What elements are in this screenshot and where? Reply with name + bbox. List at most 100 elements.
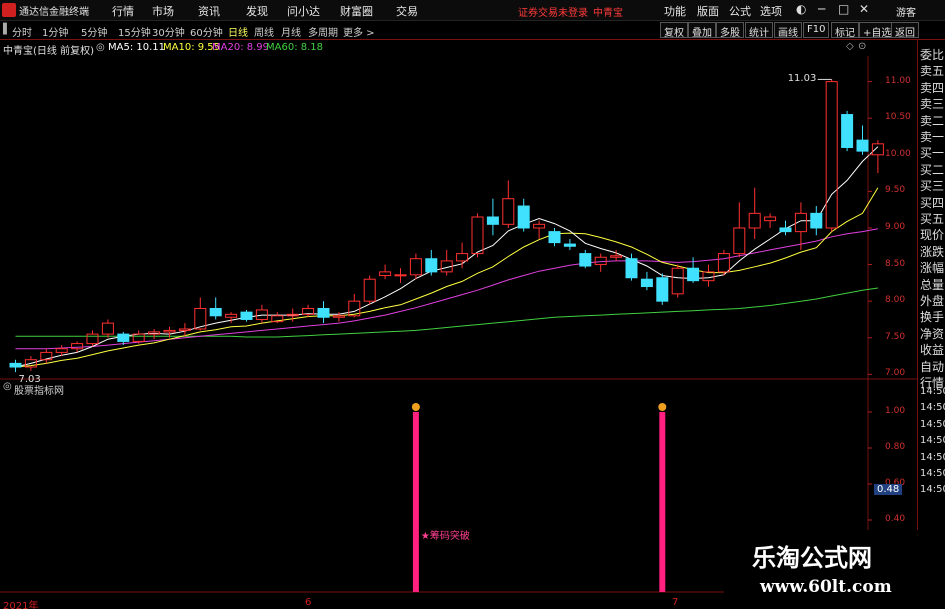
side-panel-item[interactable]: 卖三: [920, 95, 944, 112]
side-panel-item[interactable]: 自动: [920, 358, 944, 375]
side-panel-item[interactable]: 卖一: [920, 128, 944, 145]
candle-body: [779, 227, 792, 233]
date-label-year: 2021年: [3, 601, 39, 609]
side-panel-item[interactable]: 14:50: [920, 419, 945, 430]
period-more[interactable]: 更多 >: [343, 24, 375, 39]
period-60min[interactable]: 60分钟: [190, 24, 223, 39]
menu-market[interactable]: 市场: [152, 3, 174, 19]
period-intraday[interactable]: 分时: [12, 24, 32, 39]
side-panel-item[interactable]: 委比: [920, 46, 944, 63]
candle-body: [332, 315, 345, 318]
btn-multi-stock[interactable]: 多股: [716, 22, 744, 39]
menu-news[interactable]: 资讯: [198, 3, 220, 19]
candle: [255, 304, 268, 324]
candle-body: [563, 243, 576, 247]
indicator-settings-icon[interactable]: ◎: [3, 381, 12, 392]
btn-f10[interactable]: F10: [803, 22, 830, 38]
period-multi[interactable]: 多周期: [308, 24, 338, 39]
side-panel-item[interactable]: 14:50: [920, 468, 945, 479]
candle-body: [471, 216, 484, 255]
side-panel-item[interactable]: 卖五: [920, 62, 944, 79]
menu-ask[interactable]: 问小达: [287, 3, 320, 19]
side-panel-item[interactable]: 现价: [920, 226, 944, 243]
side-panel-item[interactable]: 14:50: [920, 402, 945, 413]
close-icon[interactable]: ✕: [859, 2, 869, 16]
candle-body: [594, 256, 607, 266]
menu-wealth[interactable]: 财富圈: [340, 3, 373, 19]
side-panel-item[interactable]: 14:50: [920, 484, 945, 495]
candle-body: [194, 307, 207, 330]
candle: [825, 79, 838, 232]
ma-settings-icon[interactable]: ◎: [96, 42, 105, 53]
btn-add-watchlist[interactable]: +自选: [859, 22, 896, 39]
side-panel-item[interactable]: 买一: [920, 144, 944, 161]
period-5min[interactable]: 5分钟: [81, 24, 107, 39]
side-panel-item[interactable]: 买二: [920, 161, 944, 178]
side-panel-item[interactable]: 买三: [920, 177, 944, 194]
side-panel-item[interactable]: 卖四: [920, 79, 944, 96]
indicator-title: 股票指标网: [14, 386, 64, 397]
ma60-value: MA60: 8.18: [266, 42, 324, 53]
candle-body: [394, 274, 407, 277]
side-panel-item[interactable]: 涨幅: [920, 259, 944, 276]
candle-body: [409, 258, 422, 276]
candle: [348, 293, 361, 318]
candle: [687, 257, 700, 283]
period-15min[interactable]: 15分钟: [118, 24, 151, 39]
period-30min[interactable]: 30分钟: [152, 24, 185, 39]
minimize-icon[interactable]: ─: [818, 2, 825, 16]
side-panel-item[interactable]: 总量: [920, 276, 944, 293]
diamond-icon[interactable]: ◇: [846, 41, 854, 52]
btn-overlay[interactable]: 叠加: [688, 22, 716, 39]
login-status[interactable]: 证券交易未登录: [518, 4, 588, 19]
tool-options[interactable]: 选项: [760, 3, 782, 19]
candle: [225, 312, 238, 324]
candle-body: [717, 253, 730, 273]
side-panel-item[interactable]: 14:50: [920, 435, 945, 446]
tool-layout[interactable]: 版面: [697, 3, 719, 19]
pin-icon[interactable]: ⊙: [858, 41, 866, 52]
side-panel-item[interactable]: 买四: [920, 194, 944, 211]
skin-icon[interactable]: ◐: [796, 2, 806, 16]
side-panel-item[interactable]: 14:50: [920, 452, 945, 463]
btn-mark[interactable]: 标记: [831, 22, 859, 39]
candle-body: [132, 333, 145, 342]
side-panel-item[interactable]: 涨跌: [920, 243, 944, 260]
candle: [794, 202, 807, 250]
side-panel-item[interactable]: 收益: [920, 341, 944, 358]
candle-body: [687, 267, 700, 282]
side-panel-item[interactable]: 卖二: [920, 112, 944, 129]
side-panel-item[interactable]: 外盘: [920, 292, 944, 309]
toolbar-grip-icon: ▌: [3, 24, 11, 35]
candle-body: [748, 212, 761, 229]
menu-discover[interactable]: 发现: [246, 3, 268, 19]
side-panel-item[interactable]: 换手: [920, 308, 944, 325]
btn-back[interactable]: 返回: [891, 22, 919, 39]
period-monthly[interactable]: 月线: [281, 24, 301, 39]
tool-function[interactable]: 功能: [664, 3, 686, 19]
period-weekly[interactable]: 周线: [254, 24, 274, 39]
menu-trade[interactable]: 交易: [396, 3, 418, 19]
maximize-icon[interactable]: □: [838, 2, 849, 16]
candle: [594, 253, 607, 272]
candle-body: [86, 333, 99, 345]
side-panel-item[interactable]: 净资: [920, 325, 944, 342]
candle: [456, 242, 469, 269]
guest-label[interactable]: 游客: [896, 4, 916, 19]
side-panel-item[interactable]: 买五: [920, 210, 944, 227]
candle: [40, 348, 53, 364]
btn-draw-line[interactable]: 画线: [774, 22, 802, 39]
ma5-line: [15, 146, 879, 368]
btn-adjust[interactable]: 复权: [660, 22, 688, 39]
side-panel-item[interactable]: 14:50: [920, 386, 945, 397]
period-daily[interactable]: 日线: [228, 24, 248, 39]
period-1min[interactable]: 1分钟: [42, 24, 68, 39]
candle: [625, 253, 638, 281]
menu-market-quotes[interactable]: 行情: [112, 3, 134, 19]
tool-formula[interactable]: 公式: [729, 3, 751, 19]
candle-body: [255, 309, 268, 320]
candle: [317, 301, 330, 324]
candle-body: [502, 198, 515, 225]
candle-body: [733, 227, 746, 255]
btn-statistics[interactable]: 统计: [745, 22, 773, 39]
